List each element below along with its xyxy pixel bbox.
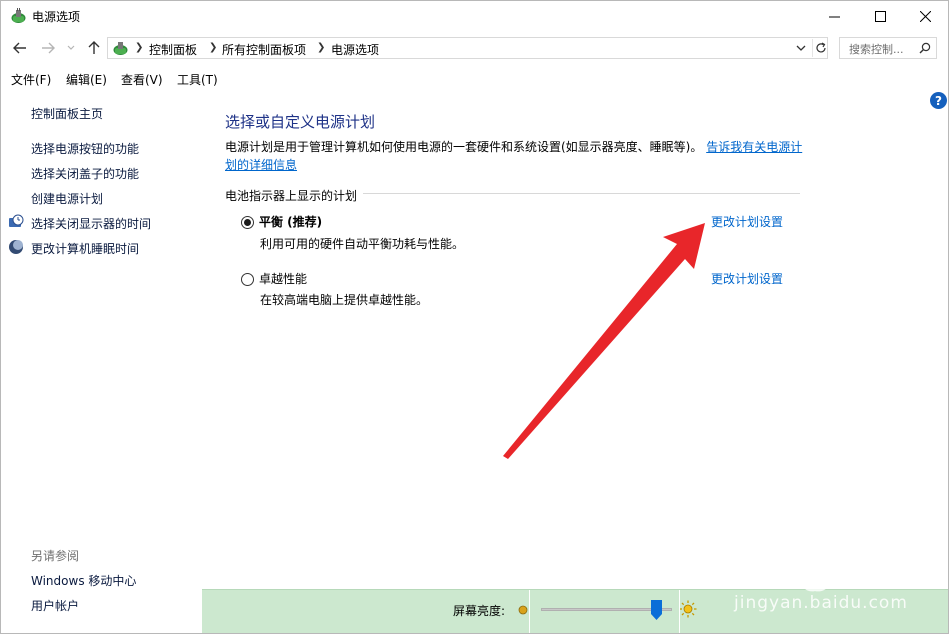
create-power-plan-link[interactable]: 创建电源计划: [31, 190, 103, 207]
refresh-icon: [815, 42, 826, 53]
close-icon: [919, 11, 931, 22]
display-timer-icon: [9, 214, 24, 227]
balanced-plan-description: 利用可用的硬件自动平衡功耗与性能。: [260, 237, 465, 251]
menu-view[interactable]: 查看(V): [121, 71, 163, 88]
ultimate-performance-description: 在较高端电脑上提供卓越性能。: [260, 293, 429, 307]
maximize-icon: [874, 11, 886, 22]
page-title: 选择或自定义电源计划: [225, 113, 376, 131]
menu-file[interactable]: 文件(F): [11, 71, 51, 88]
search-placeholder: 搜索控制...: [849, 43, 904, 56]
power-options-window: 电源选项 ❯ 控制面板 ❯ 所有控制面板项 ❯ 电源选项 搜索控制... 文件(…: [0, 0, 949, 634]
sleep-moon-icon: [9, 240, 23, 254]
recent-locations-button[interactable]: [65, 39, 77, 57]
display-off-time-link[interactable]: 选择关闭显示器的时间: [31, 215, 151, 232]
ultimate-performance-name[interactable]: 卓越性能: [259, 270, 307, 287]
balanced-change-settings-link[interactable]: 更改计划设置: [711, 213, 783, 230]
close-button[interactable]: [902, 1, 948, 32]
arrow-left-icon: [13, 42, 26, 54]
breadcrumb-all-items[interactable]: 所有控制面板项: [222, 41, 306, 58]
search-input[interactable]: 搜索控制...: [839, 37, 937, 59]
control-panel-icon: [113, 42, 128, 55]
arrow-up-icon: [88, 41, 100, 54]
menu-bar: 文件(F) 编辑(E) 查看(V) 工具(T): [1, 67, 948, 89]
windows-mobility-center-link[interactable]: Windows 移动中心: [31, 572, 136, 589]
lid-close-function-link[interactable]: 选择关闭盖子的功能: [31, 165, 139, 182]
description-text: 电源计划是用于管理计算机如何使用电源的一套硬件和系统设置(如显示器亮度、睡眠等)…: [225, 140, 703, 154]
forward-button[interactable]: [39, 39, 57, 57]
balanced-plan-name[interactable]: 平衡 (推荐): [259, 213, 322, 230]
balanced-plan-radio[interactable]: [241, 216, 254, 229]
breadcrumb-separator-icon[interactable]: ❯: [135, 42, 143, 53]
power-options-app-icon: [11, 8, 26, 23]
navigation-bar: ❯ 控制面板 ❯ 所有控制面板项 ❯ 电源选项 搜索控制...: [1, 33, 948, 63]
control-panel-home-link[interactable]: 控制面板主页: [31, 105, 103, 122]
brightness-label: 屏幕亮度:: [453, 604, 506, 618]
breadcrumb-separator-icon[interactable]: ❯: [209, 42, 217, 53]
maximize-button[interactable]: [857, 1, 903, 32]
main-content: ? 选择或自定义电源计划 电源计划是用于管理计算机如何使用电源的一套硬件和系统设…: [206, 91, 948, 589]
watermark-url: jingyan.baidu.com: [734, 593, 908, 613]
breadcrumb-power-options[interactable]: 电源选项: [331, 41, 379, 58]
refresh-button[interactable]: [812, 39, 828, 57]
brightness-slider-thumb[interactable]: [651, 600, 663, 620]
page-description: 电源计划是用于管理计算机如何使用电源的一套硬件和系统设置(如显示器亮度、睡眠等)…: [225, 138, 805, 174]
chevron-down-icon: [67, 45, 75, 50]
help-icon[interactable]: ?: [930, 92, 947, 109]
breadcrumb-separator-icon[interactable]: ❯: [317, 42, 325, 53]
address-bar[interactable]: ❯ 控制面板 ❯ 所有控制面板项 ❯ 电源选项: [107, 37, 828, 59]
back-button[interactable]: [11, 39, 29, 57]
up-button[interactable]: [85, 39, 103, 57]
arrow-right-icon: [42, 42, 55, 54]
address-dropdown-icon[interactable]: [794, 41, 808, 55]
breadcrumb-control-panel[interactable]: 控制面板: [149, 41, 197, 58]
search-icon: [919, 42, 931, 54]
bright-sun-icon: [679, 600, 697, 618]
window-title: 电源选项: [32, 10, 81, 24]
dim-sun-icon: [518, 605, 528, 615]
ultimate-performance-radio[interactable]: [241, 273, 254, 286]
minimize-icon: [828, 16, 840, 18]
left-navigation-pane: 控制面板主页 选择电源按钮的功能 选择关闭盖子的功能 创建电源计划 选择关闭显示…: [1, 91, 206, 633]
menu-edit[interactable]: 编辑(E): [66, 71, 107, 88]
minimize-button[interactable]: [811, 1, 857, 32]
user-accounts-link[interactable]: 用户帐户: [31, 597, 79, 614]
menu-tools[interactable]: 工具(T): [177, 71, 218, 88]
see-also-heading: 另请参阅: [31, 549, 80, 563]
title-bar: 电源选项: [1, 1, 948, 32]
slider-divider: [529, 590, 530, 633]
slider-divider-right: [679, 590, 680, 633]
group-label: 电池指示器上显示的计划: [225, 187, 364, 204]
ultimate-change-settings-link[interactable]: 更改计划设置: [711, 270, 783, 287]
computer-sleep-time-link[interactable]: 更改计算机睡眠时间: [31, 240, 139, 257]
power-button-function-link[interactable]: 选择电源按钮的功能: [31, 140, 139, 157]
